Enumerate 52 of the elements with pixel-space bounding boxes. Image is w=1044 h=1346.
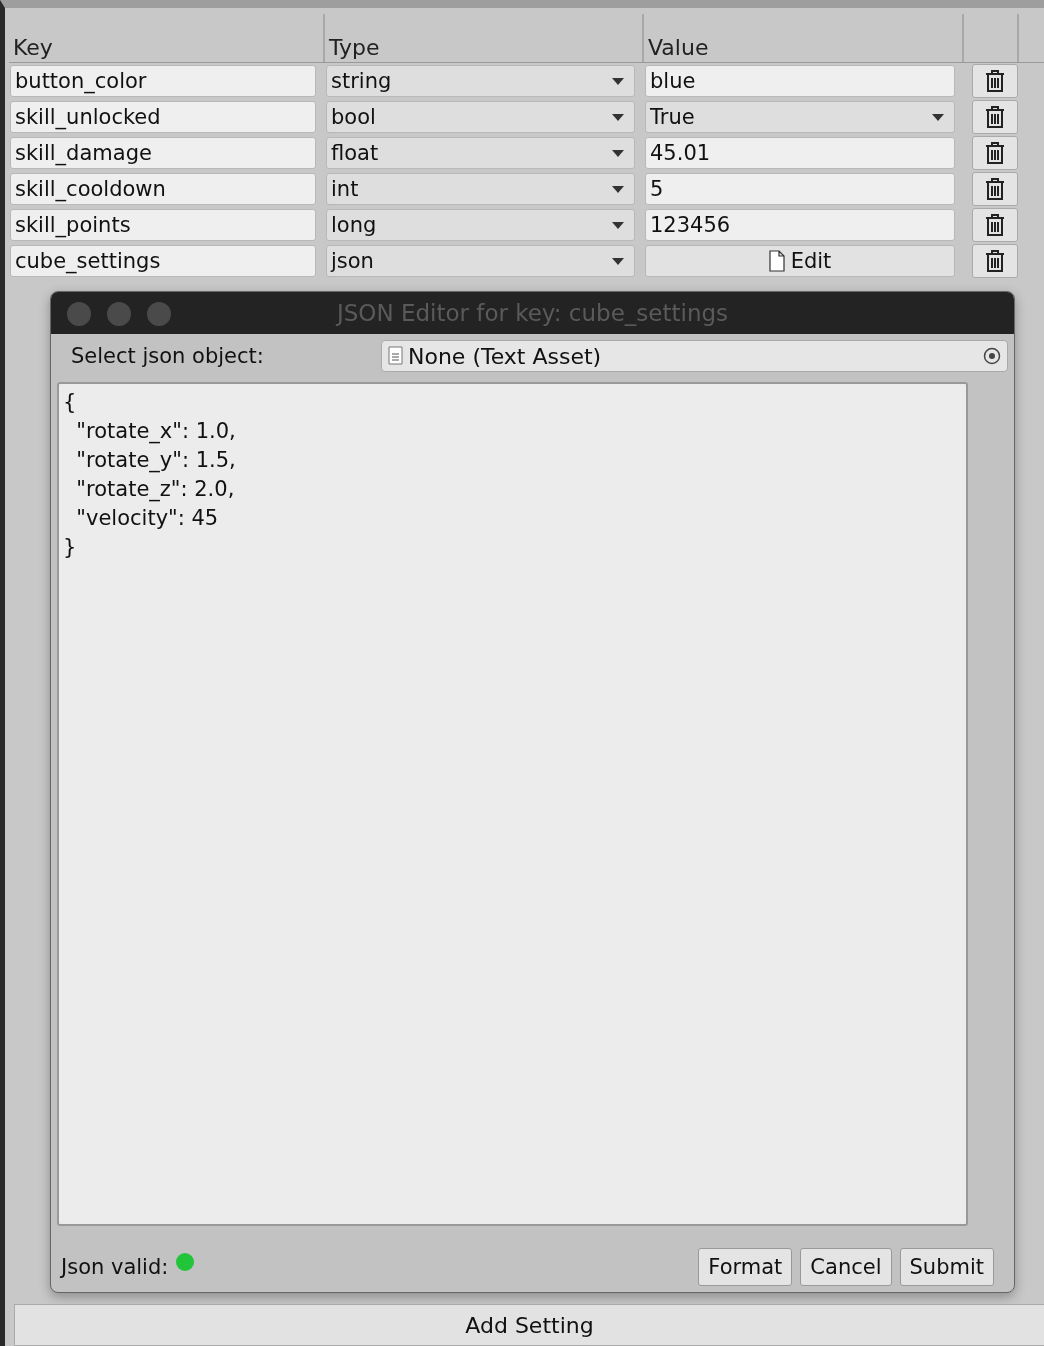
delete-button[interactable]	[972, 136, 1018, 170]
json-text-area[interactable]: { "rotate_x": 1.0, "rotate_y": 1.5, "rotate_z": 2.0, "velocity": 45 }	[57, 382, 968, 1226]
key-field[interactable]: button_color	[10, 65, 316, 97]
trash-icon	[984, 105, 1006, 129]
trash-icon	[984, 249, 1006, 273]
object-field-value: None (Text Asset)	[408, 343, 603, 369]
validity-label: Json valid:	[61, 1255, 169, 1279]
dialog-button[interactable]: Format	[698, 1248, 793, 1286]
value-field[interactable]: 123456	[645, 209, 955, 241]
caret-icon	[932, 113, 944, 121]
trash-icon	[984, 177, 1006, 201]
key-field[interactable]: skill_unlocked	[10, 101, 316, 133]
key-field[interactable]: skill_damage	[10, 137, 316, 169]
type-dropdown[interactable]: string	[326, 65, 635, 97]
key-field[interactable]: cube_settings	[10, 245, 316, 277]
key-field[interactable]: skill_points	[10, 209, 316, 241]
caret-icon	[612, 113, 624, 121]
key-field[interactable]: skill_cooldown	[10, 173, 316, 205]
document-icon	[768, 250, 785, 272]
edit-button[interactable]: Edit	[645, 245, 955, 277]
delete-button[interactable]	[972, 64, 1018, 98]
column-header: Type	[329, 35, 380, 60]
delete-button[interactable]	[972, 172, 1018, 206]
value-field[interactable]: blue	[645, 65, 955, 97]
field-label: Select json object:	[71, 344, 264, 368]
delete-button[interactable]	[972, 208, 1018, 242]
caret-icon	[612, 77, 624, 85]
text-asset-icon	[388, 346, 404, 366]
caret-icon	[612, 257, 624, 265]
object-picker-icon	[983, 347, 1001, 365]
trash-icon	[984, 141, 1006, 165]
delete-button[interactable]	[972, 100, 1018, 134]
value-field[interactable]: 45.01	[645, 137, 955, 169]
type-dropdown[interactable]: long	[326, 209, 635, 241]
delete-button[interactable]	[972, 244, 1018, 278]
value-field[interactable]: 5	[645, 173, 955, 205]
dialog-button[interactable]: Submit	[899, 1248, 994, 1286]
trash-icon	[984, 213, 1006, 237]
column-header: Key	[13, 35, 53, 60]
type-dropdown[interactable]: float	[326, 137, 635, 169]
add-setting-button[interactable]: Add Setting	[14, 1304, 1044, 1346]
type-dropdown[interactable]: bool	[326, 101, 635, 133]
value-dropdown[interactable]: True	[645, 101, 955, 133]
column-header: Value	[648, 35, 709, 60]
trash-icon	[984, 69, 1006, 93]
type-dropdown[interactable]: json	[326, 245, 635, 277]
caret-icon	[612, 149, 624, 157]
dialog-button[interactable]: Cancel	[800, 1248, 892, 1286]
type-dropdown[interactable]: int	[326, 173, 635, 205]
caret-icon	[612, 221, 624, 229]
object-field[interactable]: None (Text Asset)	[381, 340, 1008, 372]
caret-icon	[612, 185, 624, 193]
